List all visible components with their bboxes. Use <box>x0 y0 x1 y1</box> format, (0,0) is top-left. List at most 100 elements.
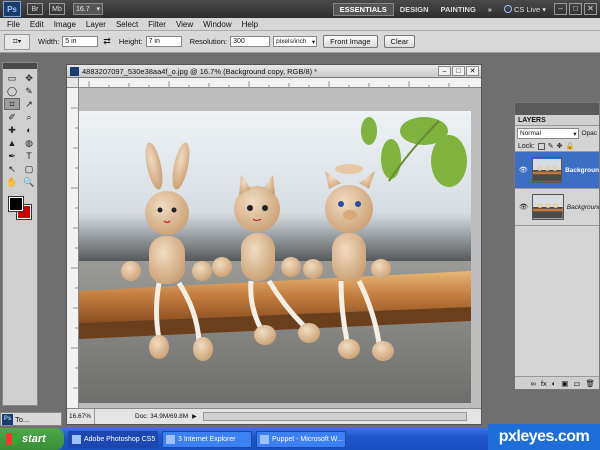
ruler-origin[interactable] <box>67 78 79 88</box>
clear-button[interactable]: Clear <box>383 35 416 48</box>
close-button[interactable]: ✕ <box>584 3 597 15</box>
crop-tool-icon[interactable]: ⌗ <box>4 98 20 110</box>
link-layers-icon[interactable]: ∞ <box>531 379 536 388</box>
workspace-essentials[interactable]: ESSENTIALS <box>332 2 394 16</box>
mini-bridge-button[interactable]: Mb <box>49 3 65 15</box>
zoom-level-dropdown[interactable]: 16.7 ▾ <box>73 3 103 15</box>
chevron-down-icon: ▾ <box>96 6 100 13</box>
eraser-tool-icon[interactable]: ▲ <box>4 137 20 149</box>
path-selection-tool-icon[interactable]: ↖ <box>4 163 20 175</box>
document-window-buttons: – □ ✕ <box>438 66 479 76</box>
brush-tool-icon[interactable]: ⌕ <box>21 111 37 123</box>
blend-mode-select[interactable]: Normal ▾ <box>517 128 580 139</box>
foreground-color-swatch[interactable] <box>8 196 24 212</box>
vertical-ruler-ticks <box>71 107 78 389</box>
zoom-tool-icon[interactable]: 🔍 <box>21 176 37 188</box>
layers-tab[interactable]: LAYERS <box>515 115 599 126</box>
layer-mask-icon[interactable]: ▣ <box>561 379 568 388</box>
status-menu-arrow-icon[interactable]: ▶ <box>192 413 197 420</box>
layer-name[interactable]: Background <box>565 167 599 174</box>
taskbar-item-photoshop[interactable]: Adobe Photoshop CS5 <box>68 430 158 448</box>
menu-help[interactable]: Help <box>237 20 263 29</box>
visibility-eye-icon[interactable]: 👁 <box>517 166 530 174</box>
cs-live-button[interactable]: CS Live ▾ <box>503 5 546 14</box>
gradient-tool-icon[interactable]: ◍ <box>21 137 37 149</box>
visibility-eye-icon[interactable]: 👁 <box>517 203 530 211</box>
more-workspaces-button[interactable]: » <box>482 3 498 16</box>
document-maximize-button[interactable]: □ <box>452 66 465 76</box>
resolution-unit-select[interactable]: pixels/inch ▾ <box>273 36 318 47</box>
front-image-button[interactable]: Front Image <box>323 35 378 48</box>
minimize-button[interactable]: – <box>554 3 567 15</box>
menu-filter[interactable]: Filter <box>143 20 171 29</box>
move-tool-icon[interactable]: ✥ <box>21 72 37 84</box>
minimized-panel-tab[interactable]: Ps To... <box>0 412 62 426</box>
marquee-tool-icon[interactable]: ▭ <box>4 72 20 84</box>
lasso-tool-icon[interactable]: ◯ <box>4 85 20 97</box>
document-canvas[interactable] <box>79 88 481 408</box>
photoshop-task-icon <box>72 434 81 444</box>
menu-layer[interactable]: Layer <box>81 20 111 29</box>
document-size-info: Doc: 34.9M/69.8M <box>135 413 189 420</box>
layers-panel-header[interactable] <box>515 103 599 115</box>
zoom-level-value: 16.7 <box>76 5 90 13</box>
horizontal-scrollbar[interactable] <box>202 412 467 421</box>
menu-select[interactable]: Select <box>111 20 143 29</box>
document-title-bar[interactable]: 4883207097_530e38aa4f_o.jpg @ 16.7% (Bac… <box>67 65 481 78</box>
new-layer-icon[interactable]: ▭ <box>573 379 580 388</box>
blend-mode-value: Normal <box>520 130 541 137</box>
workspace-design[interactable]: DESIGN <box>394 3 435 16</box>
lock-position-icon[interactable]: ✥ <box>557 142 563 150</box>
document-status-bar: 16.67% Doc: 34.9M/69.8M ▶ <box>67 408 481 424</box>
lock-image-icon[interactable]: ✎ <box>548 142 554 150</box>
lock-all-icon[interactable]: 🔒 <box>565 142 574 150</box>
menu-image[interactable]: Image <box>49 20 81 29</box>
cs-live-icon <box>503 5 512 13</box>
vertical-ruler[interactable] <box>67 88 79 408</box>
layer-style-icon[interactable]: fx <box>541 379 547 388</box>
bridge-button[interactable]: Br <box>27 3 43 15</box>
start-button[interactable]: start <box>0 428 64 450</box>
lock-transparency-icon[interactable] <box>537 142 545 150</box>
height-field[interactable]: 7 in <box>145 36 182 47</box>
horizontal-ruler-ticks <box>88 81 470 87</box>
tool-preset-picker[interactable]: ⌗▾ <box>4 33 30 50</box>
document-zoom-field[interactable]: 16.67% <box>67 409 95 424</box>
width-label: Width: <box>38 37 60 46</box>
application-bar: Ps Br Mb 16.7 ▾ ESSENTIALS DESIGN PAINTI… <box>0 0 600 18</box>
taskbar-item-internet-explorer[interactable]: 3 Internet Explorer <box>162 430 252 448</box>
layer-row-background-copy[interactable]: 👁 Background <box>515 152 599 189</box>
workspace-painting[interactable]: PAINTING <box>435 3 482 16</box>
opacity-label: Opac <box>581 130 597 137</box>
swap-dimensions-icon[interactable]: ⇄ <box>103 36 111 47</box>
resolution-field[interactable]: 300 <box>230 36 271 47</box>
chevron-down-icon: ▾ <box>573 130 577 138</box>
menu-file[interactable]: File <box>2 20 25 29</box>
clone-stamp-tool-icon[interactable]: ✚ <box>4 124 20 136</box>
quick-selection-tool-icon[interactable]: ✎ <box>21 85 37 97</box>
menu-view[interactable]: View <box>171 20 198 29</box>
taskbar-item-word[interactable]: Puppet - Microsoft W... <box>256 430 346 448</box>
hand-tool-icon[interactable]: ✋ <box>4 176 20 188</box>
menu-window[interactable]: Window <box>198 20 236 29</box>
layer-name[interactable]: Background <box>567 204 599 211</box>
document-minimize-button[interactable]: – <box>438 66 451 76</box>
horizontal-ruler[interactable] <box>79 78 481 88</box>
width-field[interactable]: 5 in <box>62 36 99 47</box>
layer-row-background[interactable]: 👁 Background <box>515 189 599 226</box>
eyedropper-tool-icon[interactable]: ↗ <box>21 98 37 110</box>
healing-brush-tool-icon[interactable]: ✐ <box>4 111 20 123</box>
document-modified-marker: * <box>314 66 318 76</box>
menu-edit[interactable]: Edit <box>25 20 49 29</box>
adjustment-layer-icon[interactable]: ◐ <box>552 379 557 388</box>
delete-layer-icon[interactable]: 🗑 <box>585 379 595 388</box>
resolution-unit-value: pixels/inch <box>276 38 307 45</box>
lock-row: Lock: ✎ ✥ 🔒 <box>515 141 599 152</box>
pen-tool-icon[interactable]: ✒ <box>4 150 20 162</box>
layers-panel: LAYERS Normal ▾ Opac Lock: ✎ ✥ 🔒 👁 Backg… <box>514 102 600 390</box>
type-tool-icon[interactable]: T <box>21 150 37 162</box>
document-close-button[interactable]: ✕ <box>466 66 479 76</box>
shape-tool-icon[interactable]: ▢ <box>21 163 37 175</box>
maximize-button[interactable]: □ <box>569 3 582 15</box>
history-brush-tool-icon[interactable]: ◐ <box>21 124 37 136</box>
